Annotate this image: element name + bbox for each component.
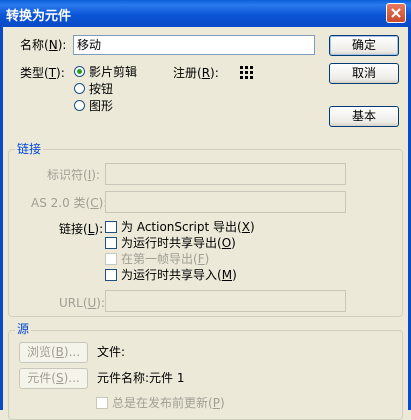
window-title: 转换为元件 [6, 9, 72, 24]
source-group-title: 源 [15, 322, 32, 336]
name-input[interactable]: 移动 [73, 35, 315, 55]
linkage-label: 链接(L): [59, 222, 104, 236]
browse-button[interactable]: 浏览(B)... [19, 342, 88, 363]
export-actionscript-label: 为 ActionScript 导出(X) [121, 220, 255, 234]
name-label: 名称(N): [20, 38, 67, 52]
export-first-frame-label: 在第一帧导出(F) [121, 252, 210, 266]
as-class-label: AS 2.0 类(C): [31, 196, 108, 210]
close-icon [391, 8, 401, 18]
identifier-label: 标识符(I): [47, 168, 100, 182]
export-actionscript-checkbox[interactable] [105, 221, 117, 233]
linkage-group-title: 链接 [15, 142, 44, 156]
type-button-radio[interactable] [74, 83, 85, 94]
type-label: 类型(T): [20, 66, 65, 80]
cancel-button[interactable]: 取消 [329, 63, 399, 84]
as-class-input[interactable] [105, 191, 346, 213]
import-runtime-sharing-checkbox[interactable] [105, 269, 117, 281]
symbol-button[interactable]: 元件(S)... [19, 368, 88, 389]
always-update-checkbox[interactable] [96, 397, 108, 409]
registration-label: 注册(R): [173, 66, 219, 80]
type-movieclip-radio[interactable] [74, 66, 85, 77]
always-update-label: 总是在发布前更新(P) [112, 396, 225, 410]
identifier-input[interactable] [105, 163, 346, 185]
basic-button[interactable]: 基本 [329, 106, 399, 127]
title-bar[interactable]: 转换为元件 [0, 0, 411, 27]
export-first-frame-checkbox[interactable] [105, 253, 117, 265]
type-button-label: 按钮 [89, 82, 114, 96]
registration-grid[interactable] [240, 66, 253, 79]
close-button[interactable] [386, 3, 406, 23]
export-runtime-sharing-label: 为运行时共享导出(O) [121, 236, 236, 250]
url-input[interactable] [105, 290, 346, 312]
export-runtime-sharing-checkbox[interactable] [105, 237, 117, 249]
type-movieclip-label: 影片剪辑 [89, 65, 138, 79]
symbol-name-label: 元件名称:元件 1 [97, 371, 185, 385]
type-graphic-radio[interactable] [74, 100, 85, 111]
type-graphic-label: 图形 [89, 99, 114, 113]
url-label: URL(U): [59, 296, 106, 310]
file-label: 文件: [97, 345, 126, 359]
import-runtime-sharing-label: 为运行时共享导入(M) [121, 268, 237, 282]
ok-button[interactable]: 确定 [329, 35, 399, 56]
